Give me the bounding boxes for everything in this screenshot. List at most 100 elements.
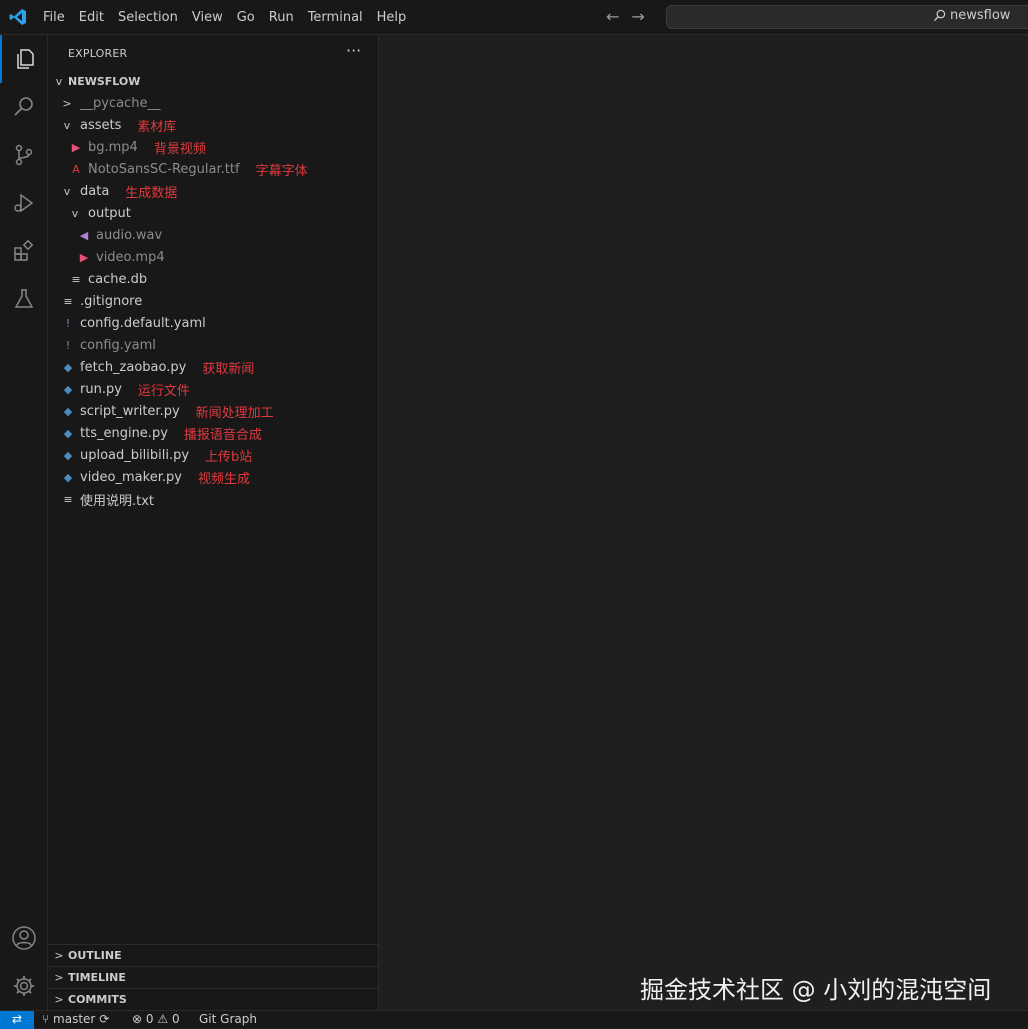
file-type-icon: ≡ <box>63 294 73 308</box>
navigation-arrows: ← → <box>606 8 645 26</box>
explorer-sidebar: EXPLORER ··· v NEWSFLOW > __pycache__ v ass… <box>48 35 379 1010</box>
folder-item[interactable]: > __pycache__ <box>48 92 378 114</box>
problems-status[interactable]: ⊗ 0 ⚠ 0 <box>132 1011 180 1028</box>
red-annotation: 生成数据 <box>125 185 178 201</box>
red-annotation: 字幕字体 <box>255 163 308 179</box>
file-name: 使用说明.txt <box>80 493 155 509</box>
run-debug-icon <box>14 193 34 213</box>
forward-arrow-icon[interactable]: → <box>631 8 644 26</box>
menu-run[interactable]: Run <box>262 0 301 35</box>
menu-selection[interactable]: Selection <box>111 0 185 35</box>
file-name: bg.mp4 <box>88 139 138 155</box>
menu-go[interactable]: Go <box>230 0 262 35</box>
file-type-icon: ! <box>65 338 71 352</box>
timeline-section[interactable]: > TIMELINE <box>48 966 378 988</box>
file-type-icon: ◆ <box>63 470 73 484</box>
commits-section[interactable]: > COMMITS <box>48 988 378 1010</box>
extensions-activity[interactable] <box>0 227 48 275</box>
file-item[interactable]: ◆ upload_bilibili.py 上传b站 <box>48 444 378 466</box>
file-name: data <box>80 183 110 199</box>
back-arrow-icon[interactable]: ← <box>606 8 619 26</box>
menu-view[interactable]: View <box>185 0 230 35</box>
file-type-icon: ◆ <box>63 382 73 396</box>
menu-terminal[interactable]: Terminal <box>301 0 370 35</box>
git-graph-button[interactable]: Git Graph <box>199 1011 257 1028</box>
file-name: script_writer.py <box>80 403 180 419</box>
flask-icon <box>14 289 34 308</box>
file-item[interactable]: ▶ video.mp4 <box>48 246 378 268</box>
file-item[interactable]: ! config.default.yaml <box>48 312 378 334</box>
file-item[interactable]: A NotoSansSC-Regular.ttf 字幕字体 <box>48 158 378 180</box>
red-annotation: 获取新闻 <box>202 361 255 377</box>
menu-help[interactable]: Help <box>370 0 414 35</box>
chevron-right-icon: > <box>54 971 64 984</box>
file-type-icon: ◀ <box>79 228 89 242</box>
branch-icon: ⑂ <box>42 1012 50 1026</box>
outline-label: OUTLINE <box>68 949 122 962</box>
file-name: tts_engine.py <box>80 425 168 441</box>
file-item[interactable]: ◆ run.py 运行文件 <box>48 378 378 400</box>
chevron-down-icon: v <box>71 206 79 220</box>
file-name: cache.db <box>88 271 148 287</box>
manage-activity[interactable] <box>0 962 48 1010</box>
commits-label: COMMITS <box>68 993 127 1006</box>
file-item[interactable]: ≡ cache.db <box>48 268 378 290</box>
file-item[interactable]: ◆ video_maker.py 视频生成 <box>48 466 378 488</box>
command-center-search[interactable]: newsflow <box>666 5 1028 29</box>
activity-bar <box>0 35 48 1010</box>
file-item[interactable]: ▶ bg.mp4 背景视频 <box>48 136 378 158</box>
warning-count: 0 <box>171 1012 180 1026</box>
vscode-logo-icon <box>9 9 26 25</box>
file-item[interactable]: ! config.yaml <box>48 334 378 356</box>
workspace-root[interactable]: v NEWSFLOW <box>48 70 378 92</box>
chevron-right-icon: > <box>62 96 72 110</box>
file-item[interactable]: ≡ .gitignore <box>48 290 378 312</box>
branch-status[interactable]: ⑂ master ⟳ <box>42 1011 109 1028</box>
workspace-name: newsflow <box>950 8 1011 23</box>
red-annotation: 背景视频 <box>153 141 206 157</box>
file-type-icon: ≡ <box>71 272 81 286</box>
red-annotation: 视频生成 <box>197 471 250 487</box>
files-icon <box>17 49 34 69</box>
run-debug-activity[interactable] <box>0 179 48 227</box>
accounts-activity[interactable] <box>0 914 48 962</box>
file-item[interactable]: ◆ tts_engine.py 播报语音合成 <box>48 422 378 444</box>
chevron-down-icon: v <box>55 74 63 88</box>
extensions-icon <box>14 239 34 261</box>
file-type-icon: ◆ <box>63 426 73 440</box>
file-item[interactable]: ◀ audio.wav <box>48 224 378 246</box>
folder-item[interactable]: v output <box>48 202 378 224</box>
file-type-icon: ◆ <box>63 448 73 462</box>
red-annotation: 上传b站 <box>205 449 253 465</box>
testing-activity[interactable] <box>0 275 48 323</box>
file-name: config.default.yaml <box>80 315 206 331</box>
chevron-right-icon: > <box>54 949 64 962</box>
source-control-icon <box>15 144 33 166</box>
chevron-right-icon: > <box>54 993 64 1006</box>
file-type-icon: ▶ <box>71 140 81 154</box>
file-name: audio.wav <box>96 227 163 243</box>
editor-area[interactable] <box>379 35 1028 1010</box>
source-control-activity[interactable] <box>0 131 48 179</box>
file-item[interactable]: ≡ 使用说明.txt <box>48 488 378 510</box>
more-actions-icon[interactable]: ··· <box>346 41 361 60</box>
file-type-icon: ▶ <box>79 250 89 264</box>
file-item[interactable]: ◆ fetch_zaobao.py 获取新闻 <box>48 356 378 378</box>
file-name: upload_bilibili.py <box>80 447 190 463</box>
explorer-activity[interactable] <box>0 35 48 83</box>
folder-item[interactable]: v data 生成数据 <box>48 180 378 202</box>
error-count: 0 <box>145 1012 154 1026</box>
menu-file[interactable]: File <box>36 0 72 35</box>
file-name: __pycache__ <box>80 95 161 111</box>
red-annotation: 播报语音合成 <box>183 427 262 443</box>
search-activity[interactable] <box>0 83 48 131</box>
outline-section[interactable]: > OUTLINE <box>48 944 378 966</box>
chevron-down-icon: v <box>63 118 71 132</box>
chevron-down-icon: v <box>63 184 71 198</box>
folder-item[interactable]: v assets 素材库 <box>48 114 378 136</box>
remote-indicator-icon[interactable]: ⇄ <box>0 1011 34 1029</box>
file-name: video.mp4 <box>96 249 165 265</box>
file-item[interactable]: ◆ script_writer.py 新闻处理加工 <box>48 400 378 422</box>
menu-edit[interactable]: Edit <box>72 0 111 35</box>
account-icon <box>12 926 36 950</box>
